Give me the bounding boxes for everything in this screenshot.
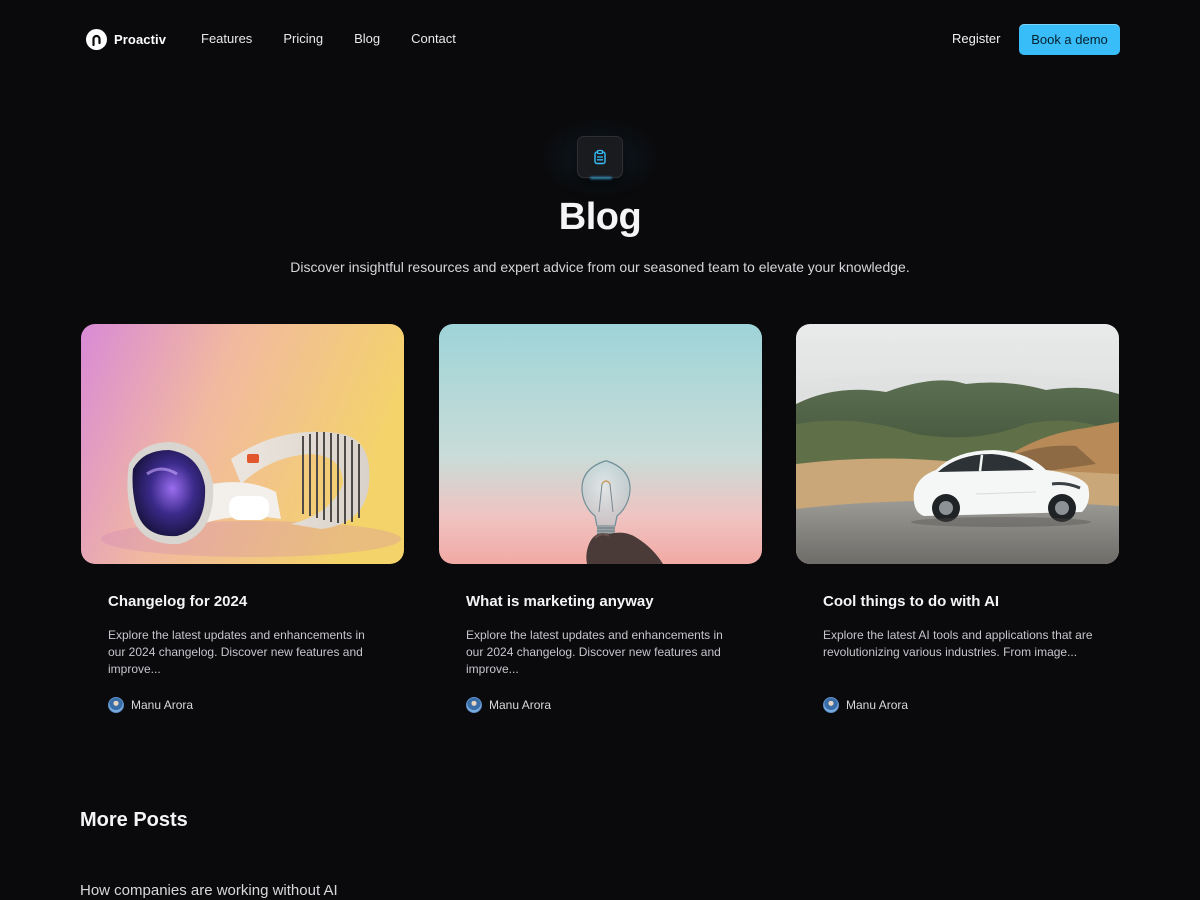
- nav-link-features[interactable]: Features: [201, 31, 252, 46]
- vr-headset-image: [81, 324, 404, 564]
- clipboard-icon: [594, 149, 606, 165]
- brand-logo-link[interactable]: Proactiv: [86, 28, 166, 50]
- card-description: Explore the latest updates and enhanceme…: [466, 628, 723, 676]
- white-car-image: [796, 324, 1119, 564]
- avatar: [108, 697, 124, 713]
- page-subtitle: Discover insightful resources and expert…: [290, 259, 910, 275]
- blog-card[interactable]: Changelog for 2024 Explore the latest up…: [81, 324, 404, 724]
- book-demo-button[interactable]: Book a demo: [1019, 24, 1120, 55]
- more-post-link[interactable]: How companies are working without AI: [80, 882, 338, 899]
- author-name: Manu Arora: [489, 698, 552, 712]
- more-posts-heading: More Posts: [80, 809, 188, 831]
- card-description: Explore the latest AI tools and applicat…: [823, 628, 1093, 659]
- author-name: Manu Arora: [131, 698, 194, 712]
- brand-name: Proactiv: [114, 31, 167, 47]
- card-title: Cool things to do with AI: [823, 593, 1000, 610]
- register-link[interactable]: Register: [952, 31, 1000, 46]
- card-author: Manu Arora: [466, 697, 551, 713]
- brand-logo-icon: [86, 28, 107, 50]
- card-description: Explore the latest updates and enhanceme…: [108, 628, 365, 676]
- lightbulb-image: [439, 324, 762, 564]
- nav-link-pricing[interactable]: Pricing: [283, 31, 323, 46]
- avatar: [823, 697, 839, 713]
- nav-link-blog[interactable]: Blog: [354, 31, 380, 46]
- hero-icon-box: [577, 136, 623, 178]
- page-title: Blog: [558, 196, 642, 238]
- card-title: What is marketing anyway: [466, 593, 654, 610]
- author-name: Manu Arora: [846, 698, 909, 712]
- blog-card[interactable]: What is marketing anyway Explore the lat…: [439, 324, 762, 724]
- navbar: Proactiv Features Pricing Blog Contact R…: [0, 0, 1200, 78]
- nav-links: Features Pricing Blog Contact: [201, 31, 456, 46]
- card-author: Manu Arora: [823, 697, 908, 713]
- avatar: [466, 697, 482, 713]
- blog-card[interactable]: Cool things to do with AI Explore the la…: [796, 324, 1119, 724]
- nav-link-contact[interactable]: Contact: [411, 31, 456, 46]
- card-title: Changelog for 2024: [108, 593, 248, 610]
- card-author: Manu Arora: [108, 697, 193, 713]
